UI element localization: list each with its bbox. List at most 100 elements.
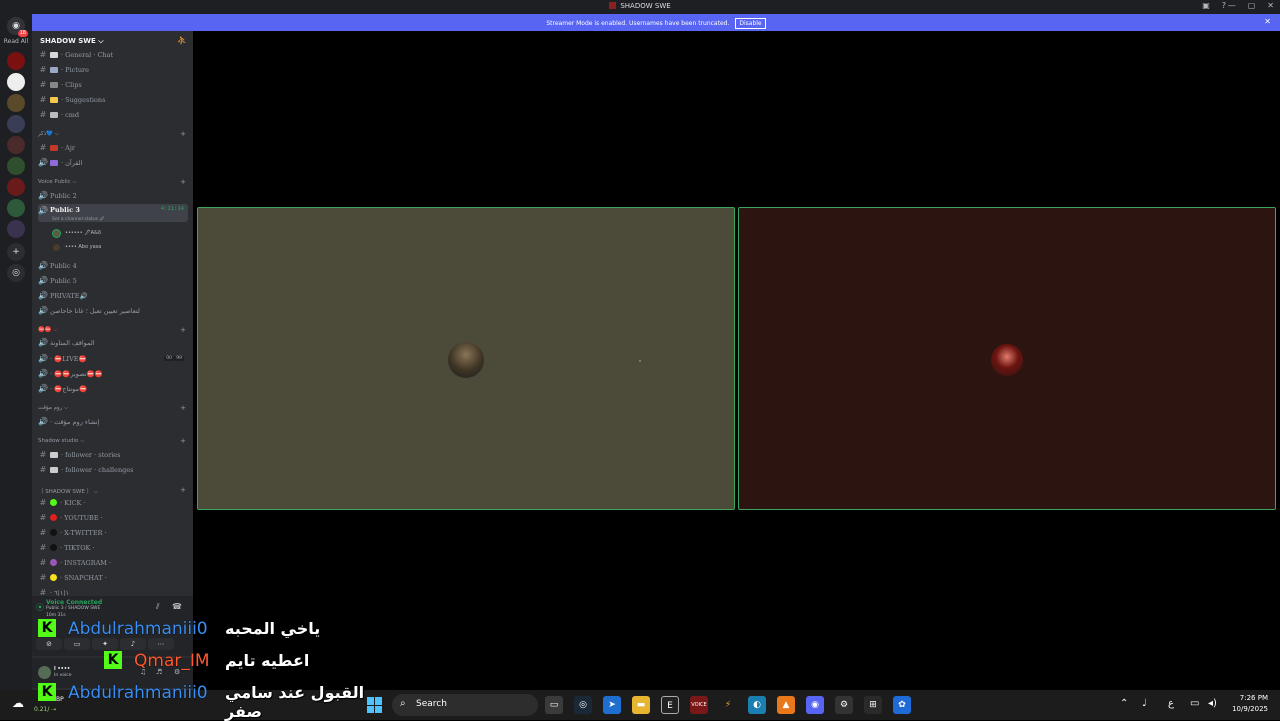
channel-challenges[interactable]: # · follower · challenges	[38, 463, 188, 476]
network-icon[interactable]: ▭	[1190, 698, 1199, 709]
channel-private[interactable]: 🔊 PRIVATE🔊	[38, 289, 188, 302]
server-icon-3[interactable]	[7, 94, 25, 112]
volume-icon[interactable]: ◂)	[1208, 698, 1217, 709]
channel-public4[interactable]: 🔊 Public 4	[38, 259, 188, 272]
channel-clips[interactable]: # · Clips	[38, 78, 188, 91]
voice-user-2[interactable]: •••• Abo yasa	[52, 241, 172, 253]
channel-youtube[interactable]: # · YOUTUBE ·	[38, 511, 188, 524]
app-icon-triangle[interactable]: ▲	[777, 696, 795, 714]
server-icon-4[interactable]	[7, 115, 25, 133]
epic-games-icon[interactable]: E	[661, 696, 679, 714]
channel-create-temp[interactable]: 🔊 · إنشاء روم مؤقت	[38, 415, 188, 428]
read-all-button[interactable]: Read All	[0, 38, 32, 45]
channel-suggestions[interactable]: # · Suggestions	[38, 93, 188, 106]
app-icon-blue-2[interactable]: ✿	[893, 696, 911, 714]
add-server-button[interactable]: +	[7, 243, 25, 261]
channel-picture[interactable]: # · Picture	[38, 63, 188, 76]
app-icon-gear[interactable]: ⚙	[835, 696, 853, 714]
chat-overlay-line-1: K Abdulrahmaniii0 ياخي المحبه	[34, 618, 374, 642]
channel-cmd[interactable]: # · cmd	[38, 108, 188, 121]
channel-snapchat[interactable]: # · SNAPCHAT ·	[38, 571, 188, 584]
tray-mic-icon[interactable]: ♩	[1142, 698, 1147, 709]
hash-icon: #	[39, 110, 47, 119]
server-icon-1[interactable]	[7, 52, 25, 70]
category-quran[interactable]: ذكر💙 ⌵ +	[38, 130, 188, 138]
add-channel-icon[interactable]: +	[180, 437, 186, 445]
kick-logo-icon: K	[38, 683, 56, 701]
channel-timer: 4:11:14	[160, 206, 184, 212]
app-icon-blue[interactable]: ➤	[603, 696, 621, 714]
disable-streamer-mode-button[interactable]: Disable	[735, 18, 766, 29]
edge-icon[interactable]: ◐	[748, 696, 766, 714]
language-indicator[interactable]: ع	[1168, 698, 1174, 709]
hash-icon: #	[39, 465, 47, 474]
add-channel-icon[interactable]: +	[180, 326, 186, 334]
hash-icon: #	[39, 513, 47, 522]
close-banner-icon[interactable]: ✕	[1264, 17, 1271, 26]
channel-ajr[interactable]: # · Ajr	[38, 141, 188, 154]
channel-photo[interactable]: 🔊 · ⛔⛔تصوير⛔⛔	[38, 367, 188, 380]
discord-taskbar-icon[interactable]: ◉	[806, 696, 824, 714]
channel-temp-room[interactable]: 🔊 لتعاصير تعيين تعبل ؛ غانا حاحاصن	[38, 304, 188, 317]
server-icon-9[interactable]	[7, 220, 25, 238]
voice-user-1[interactable]: •••••• 🖋A&δ	[52, 227, 172, 239]
task-view-icon[interactable]: ▭	[545, 696, 563, 714]
channel-general[interactable]: # · General · Chat	[38, 48, 188, 61]
add-channel-icon[interactable]: +	[180, 178, 186, 186]
channel-live[interactable]: 🔊 · ⛔LIVE⛔ 00 99	[38, 352, 188, 365]
taskbar-clock[interactable]: 7:26 PM 10/9/2025	[1232, 693, 1268, 715]
channel-status-button[interactable]: Set a channel status 🖉	[52, 215, 104, 223]
server-icon-2[interactable]	[7, 73, 25, 91]
channel-quran-voice[interactable]: 🔊 · القرآن	[38, 156, 188, 169]
file-explorer-icon[interactable]: ▬	[632, 696, 650, 714]
channel-montage[interactable]: 🔊 · ⛔مونتاج⛔	[38, 382, 188, 395]
category-voice-public[interactable]: Voice Public ⌵ +	[38, 178, 188, 186]
hash-icon: #	[39, 573, 47, 582]
inbox-icon[interactable]: ▣	[1202, 1, 1210, 10]
invite-icon[interactable]: ⛹	[177, 36, 187, 45]
channel-public3[interactable]: 🔊 Public 3 4:11:14 Set a channel status 🖉	[38, 204, 188, 222]
add-channel-icon[interactable]: +	[180, 486, 186, 494]
category-social[interactable]: 〔 SHADOW SWE 〕 ⌵ +	[38, 486, 188, 496]
server-icon-6[interactable]	[7, 157, 25, 175]
channel-label: لتعاصير تعيين تعبل ؛ غانا حاحاصن	[50, 306, 140, 315]
discover-icon[interactable]: ◎	[7, 264, 25, 282]
store-icon[interactable]: ⊞	[864, 696, 882, 714]
noise-suppression-icon[interactable]: ⫽	[156, 602, 160, 612]
server-icon-5[interactable]	[7, 136, 25, 154]
channel-tiktok[interactable]: # · TIKTOK ·	[38, 541, 188, 554]
app-icon-orange[interactable]: ⚡	[719, 696, 737, 714]
voice-tile-2[interactable]	[738, 207, 1276, 510]
category-temp[interactable]: روم مؤقت ⌵ +	[38, 404, 188, 412]
tray-expand-icon[interactable]: ⌃	[1120, 698, 1128, 709]
category-label: ذكر💙 ⌵	[38, 131, 59, 137]
channel-stories[interactable]: # · follower · stories	[38, 448, 188, 461]
category-red[interactable]: ⛔⛔ ⌵ +	[38, 326, 188, 334]
voice-tile-1[interactable]	[197, 207, 735, 510]
channel-twitter[interactable]: # · X-TWITTER ·	[38, 526, 188, 539]
hash-icon: #	[39, 143, 47, 152]
close-window-icon[interactable]: ✕	[1267, 1, 1274, 10]
help-icon[interactable]: ?	[1222, 1, 1226, 10]
window-title: SHADOW SWE	[0, 2, 1280, 10]
maximize-icon[interactable]: ▢	[1248, 1, 1256, 10]
channel-public5[interactable]: 🔊 Public 5	[38, 274, 188, 287]
taskbar-search[interactable]: ⌕ Search	[392, 694, 538, 716]
server-icon-8[interactable]	[7, 199, 25, 217]
channel-rules-room[interactable]: 🔊 المواقف المتاونة	[38, 336, 188, 349]
add-channel-icon[interactable]: +	[180, 130, 186, 138]
voicemeeter-icon[interactable]: VOICE	[690, 696, 708, 714]
voice-channel-link[interactable]: Public 3 / SHADOW SWE	[46, 606, 100, 611]
server-icon-7[interactable]	[7, 178, 25, 196]
minimize-icon[interactable]: —	[1228, 1, 1236, 10]
category-studio[interactable]: Shadow studio ⌵ +	[38, 437, 188, 445]
disconnect-icon[interactable]: ☎	[172, 602, 182, 611]
category-label: Shadow studio ⌵	[38, 438, 85, 444]
steam-icon[interactable]: ◎	[574, 696, 592, 714]
add-channel-icon[interactable]: +	[180, 404, 186, 412]
discord-home-button[interactable]: ◉ 18	[7, 17, 28, 37]
channel-public2[interactable]: 🔊 Public 2	[38, 189, 188, 202]
channel-label: · Picture	[61, 65, 89, 74]
channel-kick[interactable]: # · KICK ·	[38, 496, 188, 509]
channel-instagram[interactable]: # · INSTAGRAM ·	[38, 556, 188, 569]
